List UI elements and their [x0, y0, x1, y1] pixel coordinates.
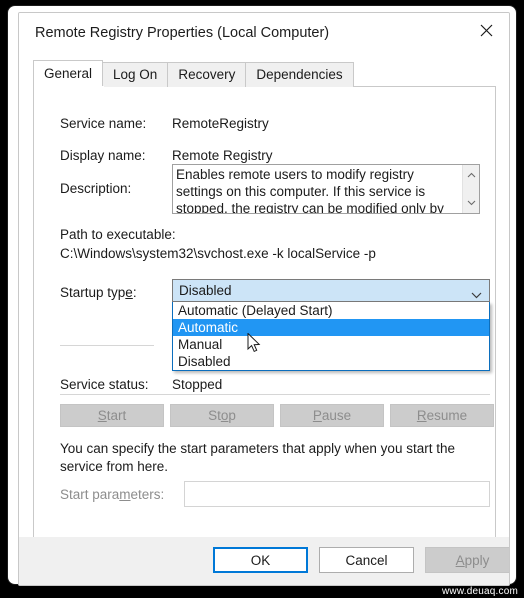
service-status-value: Stopped — [172, 377, 223, 392]
divider-above-status — [60, 345, 154, 346]
divider-above-parameters — [60, 394, 490, 395]
dropdown-option-manual[interactable]: Manual — [173, 336, 489, 353]
start-parameters-input[interactable] — [184, 481, 490, 507]
resume-button[interactable]: Resume — [390, 404, 494, 427]
tab-general[interactable]: General — [33, 60, 104, 87]
stop-button[interactable]: St o p — [170, 404, 274, 427]
dialog-title: Remote Registry Properties (Local Comput… — [35, 25, 330, 41]
scroll-up-icon[interactable] — [463, 167, 479, 183]
display-name-value: Remote Registry — [172, 148, 273, 163]
display-name-label: Display name: — [60, 148, 146, 163]
dropdown-option-disabled[interactable]: Disabled — [173, 353, 489, 370]
description-label: Description: — [60, 181, 132, 196]
service-name-label: Service name: — [60, 116, 147, 131]
screenshot-frame: Remote Registry Properties (Local Comput… — [0, 0, 524, 598]
ok-button[interactable]: OK — [213, 547, 308, 573]
apply-button[interactable]: Apply — [425, 547, 509, 573]
path-to-executable-value: C:\Windows\system32\svchost.exe -k local… — [60, 246, 376, 261]
description-text: Enables remote users to modify registry … — [176, 167, 444, 214]
pause-button[interactable]: Pause — [280, 404, 384, 427]
scroll-down-icon[interactable] — [463, 195, 479, 211]
start-parameters-help-text: You can specify the start parameters tha… — [60, 441, 455, 474]
start-button[interactable]: Start — [60, 404, 164, 427]
dialog-button-bar: OK Cancel Apply — [19, 537, 509, 585]
path-to-executable-label: Path to executable: — [60, 227, 176, 242]
description-textarea[interactable]: Enables remote users to modify registry … — [172, 164, 480, 214]
general-tab-panel: Service name: RemoteRegistry Display nam… — [33, 86, 496, 538]
dropdown-option-automatic-delayed[interactable]: Automatic (Delayed Start) — [173, 302, 489, 319]
tab-recovery[interactable]: Recovery — [167, 62, 247, 87]
service-properties-dialog: Remote Registry Properties (Local Comput… — [18, 12, 510, 586]
dialog-titlebar: Remote Registry Properties (Local Comput… — [19, 13, 509, 57]
tab-log-on[interactable]: Log On — [102, 62, 169, 87]
startup-type-label: Startup type: — [60, 285, 137, 300]
service-name-value: RemoteRegistry — [172, 116, 269, 131]
startup-type-selected-value: Disabled — [179, 283, 232, 298]
close-icon[interactable] — [463, 13, 509, 47]
startup-type-dropdown-list[interactable]: Automatic (Delayed Start) Automatic Manu… — [172, 302, 490, 371]
tab-dependencies[interactable]: Dependencies — [245, 62, 354, 87]
dropdown-option-automatic[interactable]: Automatic — [173, 319, 489, 336]
tab-strip: General Log On Recovery Dependencies — [33, 60, 354, 87]
active-tab-seam — [34, 86, 104, 87]
start-parameters-label: Start parameters: — [60, 487, 165, 502]
service-status-label: Service status: — [60, 377, 149, 392]
description-scrollbar[interactable] — [462, 165, 479, 213]
cancel-button[interactable]: Cancel — [319, 547, 414, 573]
startup-type-combobox[interactable]: Disabled — [172, 279, 490, 302]
watermark-text: www.deuaq.com — [442, 586, 518, 597]
